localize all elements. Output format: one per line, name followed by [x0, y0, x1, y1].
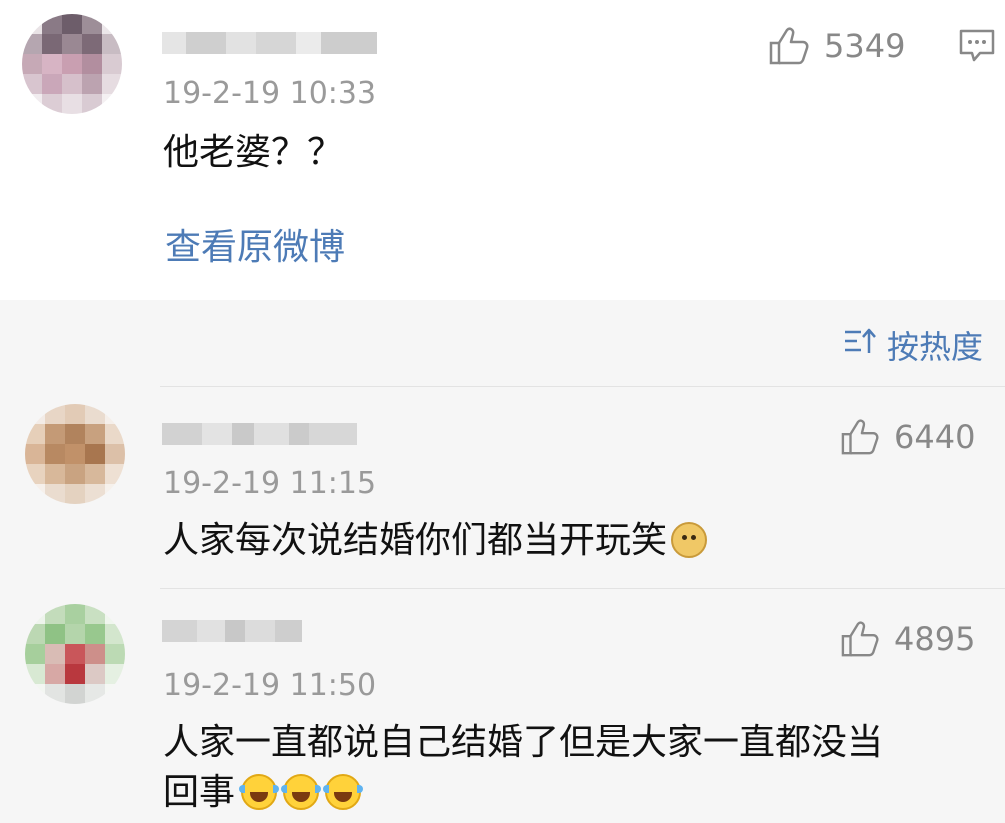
like-count: 6440	[894, 418, 976, 456]
comment-text: 他老婆？？	[163, 132, 344, 173]
reply-icon[interactable]	[958, 28, 996, 68]
comment-timestamp: 19-2-19 10:33	[163, 76, 377, 111]
view-original-link[interactable]: 查看原微博	[165, 218, 345, 270]
thumbs-up-icon	[768, 26, 810, 66]
username-blurred[interactable]	[162, 423, 357, 445]
main-comment: 19-2-19 10:33 他老婆？？ 5349 查看原微博	[0, 0, 1005, 300]
reply-timestamp: 19-2-19 11:50	[163, 668, 377, 703]
like-count: 5349	[824, 27, 906, 65]
laugh-cry-emoji	[323, 774, 364, 810]
like-button[interactable]: 4895	[840, 620, 975, 658]
like-button[interactable]: 6440	[840, 418, 975, 456]
username-blurred[interactable]	[162, 32, 377, 54]
username-blurred[interactable]	[162, 620, 302, 642]
like-button[interactable]: 5349	[768, 26, 905, 66]
sort-label: 按热度	[886, 328, 983, 366]
doge-emoji	[671, 522, 708, 558]
sort-icon	[843, 326, 877, 364]
divider	[160, 588, 1005, 589]
reply-text-line-1: 人家一直都说自己结婚了但是大家一直都没当	[163, 722, 884, 763]
reply-timestamp: 19-2-19 11:15	[163, 466, 377, 501]
avatar[interactable]	[25, 404, 125, 504]
like-count: 4895	[894, 620, 976, 658]
reply-text-line-2: 回事	[163, 768, 364, 818]
sort-by-hot-button[interactable]: 按热度	[843, 322, 983, 368]
avatar[interactable]	[25, 604, 125, 704]
thumbs-up-icon	[840, 620, 880, 658]
thumbs-up-icon	[840, 418, 880, 456]
reply-text: 人家每次说结婚你们都当开玩笑	[163, 516, 708, 566]
avatar[interactable]	[22, 14, 122, 114]
laugh-cry-emoji	[239, 774, 280, 810]
divider	[160, 386, 1005, 387]
laugh-cry-emoji	[281, 774, 322, 810]
